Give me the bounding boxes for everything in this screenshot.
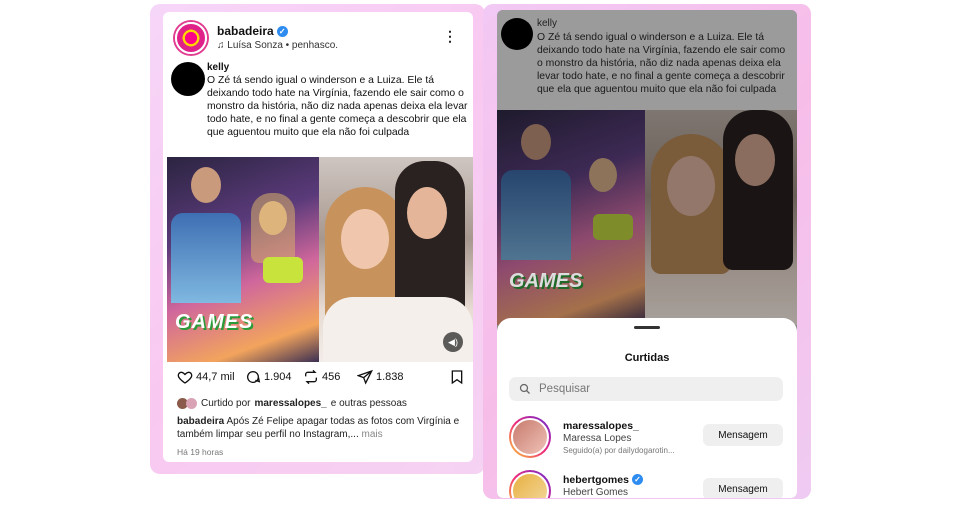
avatar[interactable]: [509, 470, 551, 498]
person-face: [589, 158, 617, 192]
comment-avatar: [171, 62, 205, 96]
comment-username: kelly: [207, 62, 230, 73]
list-item[interactable]: maressalopes_ Maressa Lopes Seguido(a) p…: [509, 414, 789, 458]
message-button[interactable]: Mensagem: [703, 424, 783, 446]
verified-badge-icon: ✓: [631, 474, 643, 485]
avatar[interactable]: [509, 416, 551, 458]
games-logo: GAMES: [175, 311, 254, 333]
share-count: 1.838: [376, 371, 404, 383]
person-face: [341, 209, 389, 269]
post-timestamp: Há 19 horas: [177, 447, 224, 457]
likes-bottom-sheet: Curtidas maressalopes_ Maressa Lopes Seg…: [497, 318, 797, 498]
user-full-name: Maressa Lopes: [563, 433, 632, 444]
sound-icon[interactable]: ◀): [443, 332, 463, 352]
comment-avatar: [501, 18, 533, 50]
caption-username[interactable]: babadeira: [177, 416, 224, 427]
post-header: babadeira ✓ ♫ Luísa Sonza • penhasco. ⋮: [173, 22, 463, 58]
share-icon: [357, 369, 373, 385]
search-icon: [519, 383, 530, 394]
photo-right-half: [645, 110, 797, 325]
person-top: [263, 257, 303, 283]
instagram-post: babadeira ✓ ♫ Luísa Sonza • penhasco. ⋮ k…: [163, 12, 473, 462]
heart-icon: [177, 371, 193, 384]
message-button[interactable]: Mensagem: [703, 478, 783, 498]
comment-icon: [247, 371, 261, 383]
person-face: [667, 156, 715, 216]
share-action[interactable]: 1.838: [357, 369, 404, 385]
person-shirt: [171, 213, 241, 303]
person-face: [191, 167, 221, 203]
verified-badge-icon: ✓: [276, 26, 288, 37]
user-username[interactable]: maressalopes_: [563, 420, 639, 432]
like-action[interactable]: 44,7 mil: [177, 369, 235, 385]
search-bar[interactable]: [509, 377, 783, 401]
comment-count: 1.904: [264, 371, 292, 383]
person-face: [735, 134, 775, 186]
search-input[interactable]: [539, 383, 759, 395]
dimmed-post-image: GAMES: [497, 110, 797, 325]
post-image[interactable]: GAMES ◀): [167, 157, 473, 362]
user-followed-by: Seguido(a) por dailydogarotin...: [563, 446, 675, 455]
liked-by-user[interactable]: maressalopes_: [254, 398, 326, 409]
dimmed-comment-area: kelly O Zé tá sendo igual o winderson e …: [497, 10, 797, 110]
comment-username: kelly: [537, 18, 558, 29]
person-face: [407, 187, 447, 239]
liked-by[interactable]: Curtido por maressalopes_ e outras pesso…: [177, 398, 407, 409]
person-shirt: [501, 170, 571, 260]
sheet-drag-handle[interactable]: [634, 326, 660, 329]
person-top: [593, 214, 633, 240]
likes-screen: kelly O Zé tá sendo igual o winderson e …: [497, 10, 797, 498]
like-count: 44,7 mil: [196, 371, 235, 383]
comment-text: O Zé tá sendo igual o winderson e a Luiz…: [537, 32, 786, 95]
person-face: [521, 124, 551, 160]
comment-action[interactable]: 1.904: [245, 369, 292, 385]
post-caption: babadeira Após Zé Felipe apagar todas as…: [177, 415, 467, 441]
repost-icon: [305, 369, 317, 385]
liked-by-prefix: Curtido por: [201, 398, 251, 409]
person-sweater: [323, 297, 473, 362]
liker-avatar: [186, 398, 197, 409]
list-item[interactable]: hebertgomes ✓ Hebert Gomes Mensagem: [509, 468, 789, 498]
liked-by-suffix[interactable]: e outras pessoas: [331, 398, 407, 409]
games-logo: GAMES: [509, 270, 583, 292]
music-note-icon: ♫: [217, 40, 228, 51]
sheet-title: Curtidas: [624, 352, 670, 364]
person-hair: [251, 193, 295, 263]
more-options-icon[interactable]: ⋮: [443, 28, 457, 45]
repost-count: 456: [322, 371, 341, 383]
photo-left-half: GAMES: [497, 110, 645, 325]
repost-action[interactable]: 456: [303, 369, 340, 385]
profile-avatar[interactable]: [175, 22, 207, 54]
user-full-name: Hebert Gomes: [563, 487, 629, 498]
music-info[interactable]: ♫ Luísa Sonza • penhasco.: [217, 40, 338, 51]
post-username[interactable]: babadeira ✓: [217, 24, 288, 38]
caption-more-link[interactable]: mais: [362, 429, 383, 440]
action-bar: 44,7 mil 1.904 456 1.838: [177, 369, 467, 389]
user-username[interactable]: hebertgomes ✓: [563, 474, 643, 486]
bookmark-icon[interactable]: [449, 369, 465, 385]
photo-left-half: GAMES: [167, 157, 319, 362]
comment-text: O Zé tá sendo igual o winderson e a Luiz…: [207, 75, 468, 138]
